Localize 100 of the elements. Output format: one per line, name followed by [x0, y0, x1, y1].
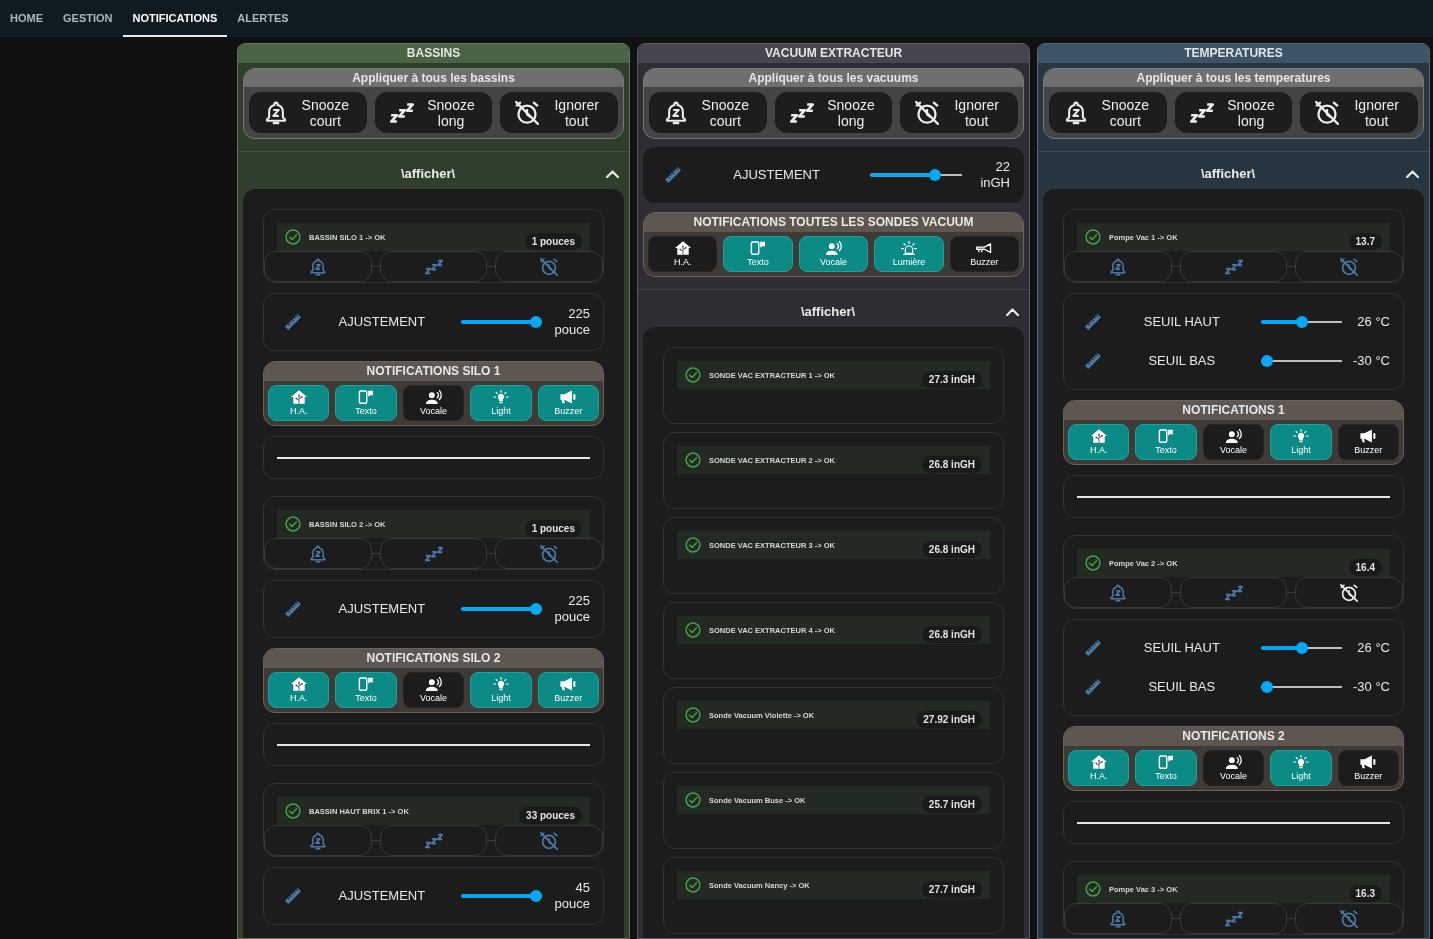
slider-track[interactable]: [460, 316, 542, 328]
nav-tab[interactable]: NOTIFICATIONS: [122, 0, 228, 37]
lightbulb-icon: [1292, 755, 1309, 769]
slider-track[interactable]: [1260, 316, 1342, 328]
slider-track[interactable]: [460, 603, 542, 615]
ignore-button[interactable]: Ignorer tout: [1300, 92, 1418, 133]
voice-toggle[interactable]: Vocale: [1202, 750, 1265, 786]
snooze-short-button[interactable]: [264, 251, 372, 282]
slider-thumb[interactable]: [1296, 642, 1308, 654]
value-badge: 25.7 inGH: [921, 796, 982, 813]
buzzer-toggle[interactable]: Buzzer: [1337, 424, 1400, 460]
person-voice-icon: [1225, 755, 1242, 769]
slider-track[interactable]: [1260, 642, 1342, 654]
light-toggle[interactable]: Light: [1270, 750, 1332, 786]
column-header: BASSINS: [238, 44, 629, 63]
voice-toggle[interactable]: Vocale: [402, 385, 465, 421]
alarm-off-icon: [1340, 257, 1359, 276]
section-toggle[interactable]: \afficher\: [1038, 152, 1429, 189]
buzzer-toggle[interactable]: Buzzer: [949, 236, 1020, 272]
alarm-off-icon: [540, 544, 559, 563]
snooze-short-button[interactable]: Snooze court: [1049, 92, 1167, 133]
slider-track[interactable]: [870, 169, 962, 181]
snooze-short-button[interactable]: [1064, 577, 1172, 608]
sleep-icon: [424, 544, 443, 563]
sms-toggle[interactable]: Texto: [1135, 750, 1197, 786]
voice-toggle[interactable]: Vocale: [1202, 424, 1265, 460]
snooze-long-button[interactable]: Snooze long: [374, 92, 493, 133]
buzzer-toggle[interactable]: Buzzer: [537, 385, 600, 421]
house-network-icon: [290, 677, 307, 691]
snooze-short-button[interactable]: Snooze court: [649, 92, 767, 133]
ruler-icon: [285, 888, 301, 904]
value-badge: 1 pouces: [524, 233, 582, 250]
slider-label: SEUIL BAS: [1147, 352, 1217, 371]
buzzer-toggle[interactable]: Buzzer: [1337, 750, 1400, 786]
check-circle-icon: [285, 803, 301, 819]
sms-toggle[interactable]: Texto: [335, 672, 397, 708]
lightbulb-icon: [492, 390, 509, 404]
check-circle-icon: [285, 516, 301, 532]
sleep-icon: [389, 100, 414, 125]
ruler-icon: [1085, 640, 1101, 656]
sms-toggle[interactable]: Texto: [1135, 424, 1197, 460]
ignore-button[interactable]: Ignorer tout: [900, 92, 1018, 133]
phone-message-icon: [1158, 755, 1175, 769]
alarm-off-icon: [540, 257, 559, 276]
nav-tab[interactable]: HOME: [0, 0, 53, 37]
sms-toggle[interactable]: Texto: [723, 236, 793, 272]
voice-toggle[interactable]: Vocale: [798, 236, 869, 272]
bell-snooze-icon: [664, 100, 688, 125]
slider-thumb[interactable]: [1260, 681, 1273, 693]
snooze-short-button[interactable]: [1064, 251, 1172, 282]
section-toggle[interactable]: \afficher\: [638, 290, 1029, 327]
bell-snooze-icon: [1108, 583, 1127, 602]
sms-toggle[interactable]: Texto: [335, 385, 397, 421]
nav-tab[interactable]: ALERTES: [227, 0, 299, 37]
nav-tab[interactable]: GESTION: [53, 0, 123, 37]
check-circle-icon: [1085, 555, 1101, 571]
slider-thumb[interactable]: [929, 169, 942, 181]
slider-thumb[interactable]: [1260, 355, 1273, 367]
slider-track[interactable]: [1260, 681, 1342, 693]
slider-thumb[interactable]: [530, 316, 542, 328]
ha-toggle[interactable]: H.A.: [648, 236, 718, 272]
snooze-long-button[interactable]: Snooze long: [1174, 92, 1293, 133]
sleep-icon: [1224, 583, 1243, 602]
ignore-button[interactable]: Ignorer tout: [500, 92, 618, 133]
voice-toggle[interactable]: Vocale: [402, 672, 465, 708]
snooze-short-button[interactable]: [264, 538, 372, 569]
ha-toggle[interactable]: H.A.: [268, 385, 330, 421]
bell-snooze-icon: [308, 257, 327, 276]
megaphone-icon: [560, 390, 577, 404]
slider-track[interactable]: [1260, 355, 1342, 367]
light-toggle[interactable]: Light: [1270, 424, 1332, 460]
snooze-short-button[interactable]: [1064, 903, 1172, 934]
alarm-off-icon: [1340, 583, 1359, 602]
slider-value: 26 °C: [1356, 640, 1390, 656]
ha-toggle[interactable]: H.A.: [1068, 750, 1130, 786]
ha-toggle[interactable]: H.A.: [1068, 424, 1130, 460]
slider-thumb[interactable]: [530, 890, 542, 902]
ruler-icon: [1085, 314, 1101, 330]
ha-toggle[interactable]: H.A.: [268, 672, 330, 708]
section-toggle[interactable]: \afficher\: [238, 152, 629, 189]
slider-thumb[interactable]: [1296, 316, 1308, 328]
light-toggle[interactable]: Lumière: [874, 236, 944, 272]
snooze-long-button[interactable]: Snooze long: [774, 92, 893, 133]
light-toggle[interactable]: Light: [470, 672, 532, 708]
sleep-icon: [789, 100, 814, 125]
snooze-short-button[interactable]: Snooze court: [249, 92, 367, 133]
check-circle-icon: [685, 367, 701, 383]
slider-thumb[interactable]: [530, 603, 542, 615]
value-badge: 26.8 inGH: [921, 456, 982, 473]
buzzer-toggle[interactable]: Buzzer: [537, 672, 600, 708]
snooze-short-button[interactable]: [264, 825, 372, 856]
light-toggle[interactable]: Light: [470, 385, 532, 421]
ignore-button[interactable]: [1295, 577, 1403, 608]
alarm-off-icon: [1340, 909, 1359, 928]
check-circle-icon: [685, 537, 701, 553]
slider-label: AJUSTEMENT: [337, 313, 427, 332]
alarm-off-icon: [540, 831, 559, 850]
megaphone-icon: [560, 677, 577, 691]
slider-track[interactable]: [460, 890, 542, 902]
check-circle-icon: [685, 877, 701, 893]
